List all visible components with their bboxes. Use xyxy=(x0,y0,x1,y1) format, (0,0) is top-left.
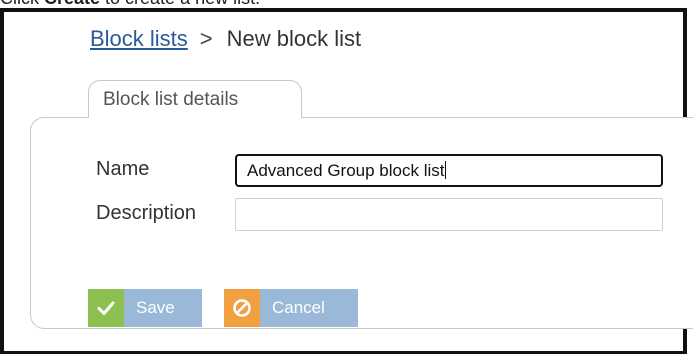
breadcrumb: Block lists > New block list xyxy=(90,26,361,52)
name-label: Name xyxy=(96,158,150,180)
name-field[interactable]: Advanced Group block list xyxy=(235,154,663,187)
cancel-button-label: Cancel xyxy=(272,298,325,317)
check-icon xyxy=(88,289,124,327)
caption-prefix: Click xyxy=(0,0,44,8)
cancel-button[interactable]: Cancel xyxy=(224,289,358,327)
breadcrumb-separator: > xyxy=(199,26,213,51)
breadcrumb-current: New block list xyxy=(226,26,362,51)
caption-strong: Create xyxy=(44,0,100,8)
text-cursor xyxy=(444,161,446,179)
prohibited-icon xyxy=(224,289,260,327)
save-button-label: Save xyxy=(136,298,175,317)
description-field[interactable] xyxy=(235,198,663,231)
caption-suffix: to create a new list. xyxy=(100,0,260,8)
tab-block-list-details[interactable]: Block list details xyxy=(88,80,302,118)
save-button[interactable]: Save xyxy=(88,289,202,327)
name-field-value: Advanced Group block list xyxy=(247,161,445,180)
description-label: Description xyxy=(96,202,197,224)
instruction-caption: Click Create to create a new list. xyxy=(0,0,693,8)
breadcrumb-link-block-lists[interactable]: Block lists xyxy=(90,26,188,51)
